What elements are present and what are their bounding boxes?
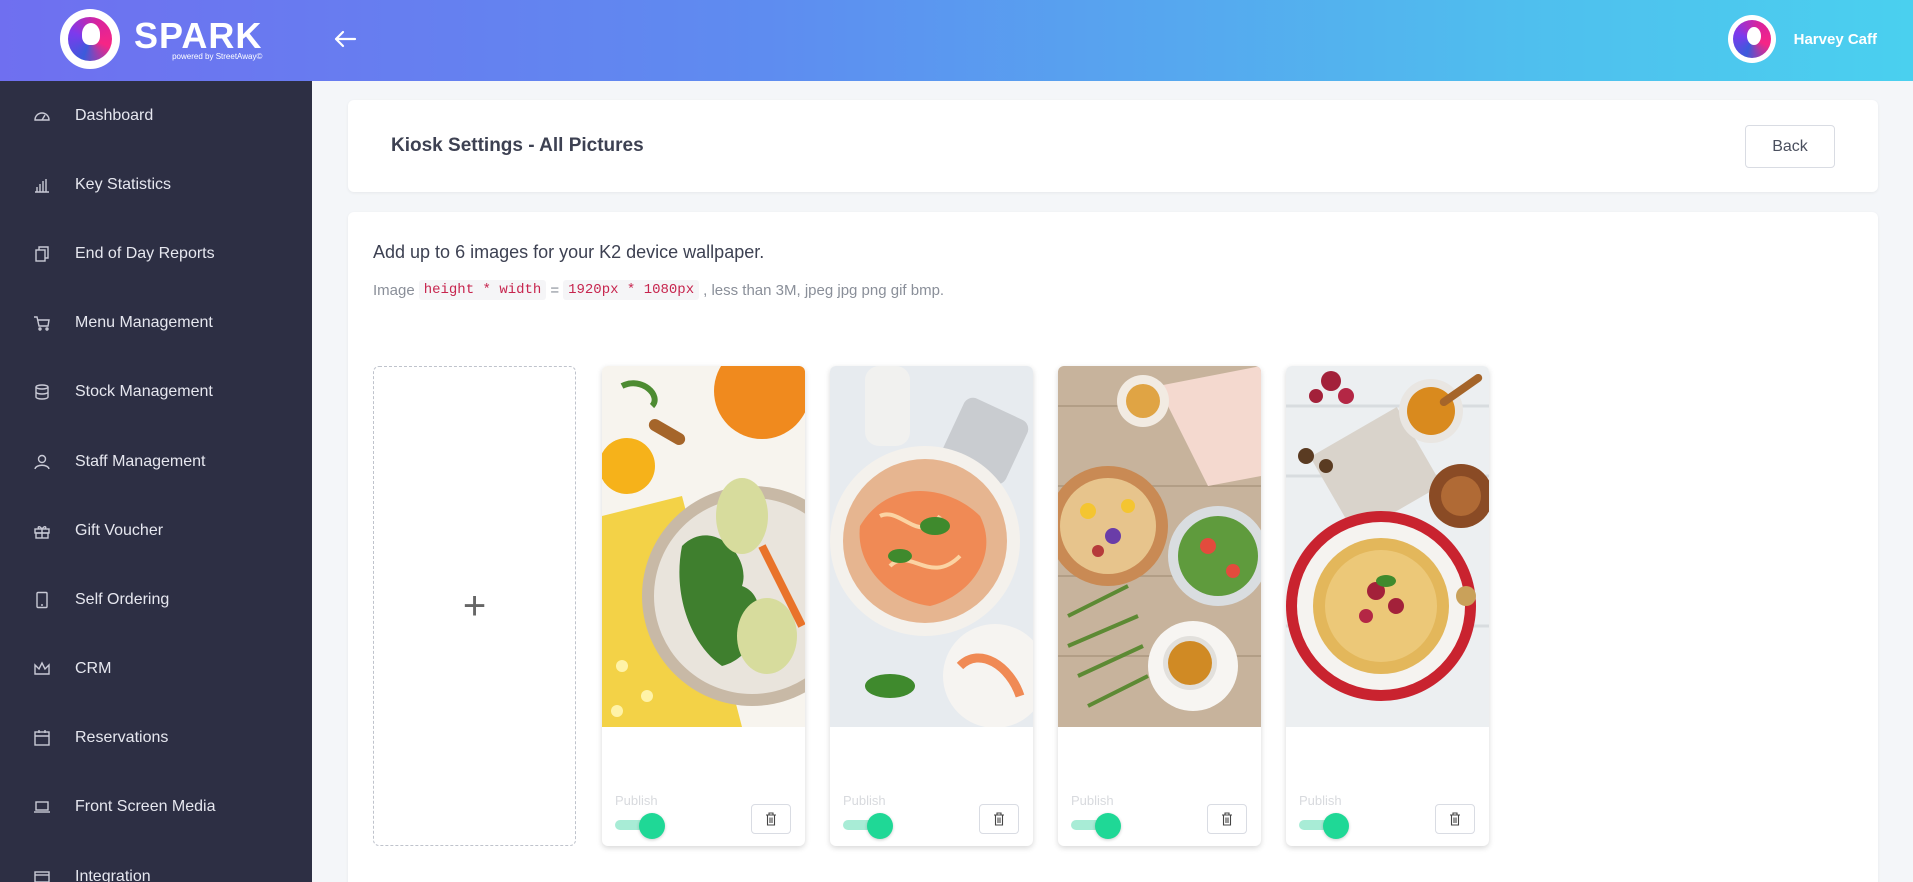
sidebar-item-label: Stock Management	[75, 383, 213, 401]
sidebar-item-label: Self Ordering	[75, 590, 170, 608]
sidebar-item-self-ordering[interactable]: Self Ordering	[0, 565, 312, 634]
plus-icon: +	[462, 584, 487, 628]
collapse-sidebar-arrow-icon[interactable]	[330, 24, 360, 54]
sidebar-item-staff-management[interactable]: Staff Management	[0, 427, 312, 496]
user-name: Harvey Caff	[1793, 30, 1877, 48]
sidebar-item-key-statistics[interactable]: Key Statistics	[0, 150, 312, 219]
spark-logo[interactable]: SPARK powered by StreetAway©	[60, 9, 262, 69]
pancakes-and-honey-image[interactable]	[1286, 366, 1489, 727]
sidebar-item-front-screen-media[interactable]: Front Screen Media	[0, 773, 312, 842]
trash-icon	[994, 812, 1004, 826]
sidebar-item-gift-voucher[interactable]: Gift Voucher	[0, 496, 312, 565]
user-menu[interactable]: Harvey Caff	[1727, 15, 1877, 63]
pear-salad-image[interactable]	[602, 366, 805, 727]
top-header: SPARK powered by StreetAway© Harvey Caff	[0, 0, 1913, 81]
back-button[interactable]: Back	[1745, 125, 1835, 168]
sidebar-item-reservations[interactable]: Reservations	[0, 704, 312, 773]
picture-card: Publish	[1058, 366, 1261, 846]
trash-icon	[766, 812, 776, 826]
avatar	[1727, 15, 1776, 63]
sidebar-item-label: Reservations	[75, 729, 169, 747]
sidebar-item-label: Key Statistics	[75, 175, 172, 193]
trash-icon	[1222, 812, 1232, 826]
sidebar-item-label: Front Screen Media	[75, 798, 216, 816]
publish-toggle[interactable]	[843, 813, 893, 839]
publish-toggle[interactable]	[1299, 813, 1349, 839]
sidebar-item-integration[interactable]: Integration	[0, 842, 312, 882]
calendar-icon	[32, 728, 52, 748]
pictures-card: Add up to 6 images for your K2 device wa…	[348, 212, 1878, 882]
cart-icon	[32, 313, 52, 333]
add-picture-button[interactable]: +	[373, 366, 576, 846]
sidebar-item-label: Menu Management	[75, 314, 213, 332]
upload-instructions: Add up to 6 images for your K2 device wa…	[373, 242, 765, 262]
tea-and-salad-image[interactable]	[1058, 366, 1261, 727]
page-header-card: Kiosk Settings - All Pictures Back	[348, 100, 1878, 192]
pasta-bowl-image[interactable]	[830, 366, 1033, 727]
publish-toggle[interactable]	[1071, 813, 1121, 839]
page-title: Kiosk Settings - All Pictures	[391, 135, 644, 156]
picture-card: Publish	[602, 366, 805, 846]
sidebar-item-label: Staff Management	[75, 452, 206, 470]
publish-label: Publish	[615, 793, 658, 808]
sidebar-item-label: Dashboard	[75, 106, 154, 124]
sidebar-item-label: CRM	[75, 660, 112, 678]
spec-size-code: 1920px * 1080px	[563, 280, 700, 300]
picture-card: Publish	[1286, 366, 1489, 846]
delete-button[interactable]	[751, 804, 791, 834]
publish-label: Publish	[1071, 793, 1114, 808]
dashboard-icon	[32, 106, 52, 126]
spec-suffix: , less than 3M, jpeg jpg png gif bmp.	[703, 281, 945, 299]
spec-dimension-code: height * width	[418, 280, 547, 300]
sidebar-item-label: Integration	[75, 867, 151, 882]
spec-equals: =	[550, 281, 560, 299]
tablet-icon	[32, 590, 52, 610]
sidebar-item-label: Gift Voucher	[75, 521, 164, 539]
brand-name: SPARK	[134, 14, 263, 56]
delete-button[interactable]	[1207, 804, 1247, 834]
sidebar-item-end-of-day-reports[interactable]: End of Day Reports	[0, 219, 312, 288]
trash-icon	[1450, 812, 1460, 826]
publish-label: Publish	[843, 793, 886, 808]
laptop-icon	[32, 797, 52, 817]
publish-toggle[interactable]	[615, 813, 665, 839]
image-spec: Image height * width = 1920px * 1080px ,…	[373, 280, 944, 300]
sidebar-item-menu-management[interactable]: Menu Management	[0, 289, 312, 358]
publish-label: Publish	[1299, 793, 1342, 808]
sidebar: Dashboard Key Statistics End of Day Repo…	[0, 81, 312, 882]
integration-icon	[32, 867, 52, 882]
gift-icon	[32, 521, 52, 541]
spec-prefix: Image	[373, 281, 415, 299]
sidebar-item-dashboard[interactable]: Dashboard	[0, 81, 312, 150]
delete-button[interactable]	[979, 804, 1019, 834]
bar-chart-icon	[32, 175, 52, 195]
database-icon	[32, 382, 52, 402]
sidebar-item-crm[interactable]: CRM	[0, 635, 312, 704]
sidebar-item-label: End of Day Reports	[75, 244, 215, 262]
delete-button[interactable]	[1435, 804, 1475, 834]
spark-logo-icon	[60, 9, 120, 69]
crown-icon	[32, 659, 52, 679]
sidebar-item-stock-management[interactable]: Stock Management	[0, 358, 312, 427]
person-icon	[32, 452, 52, 472]
documents-icon	[32, 244, 52, 264]
picture-card: Publish	[830, 366, 1033, 846]
